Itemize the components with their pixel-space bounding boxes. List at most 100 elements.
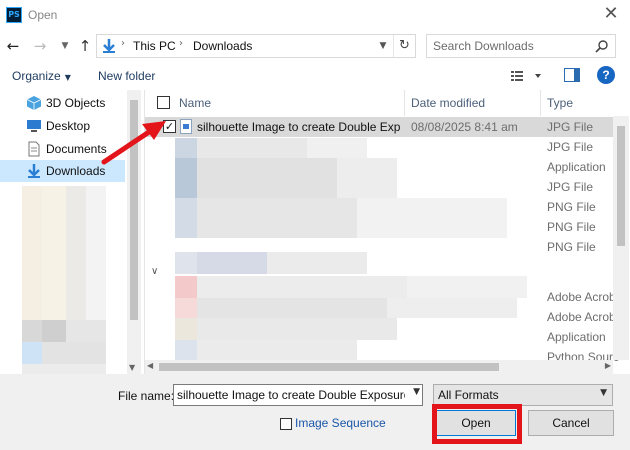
format-select[interactable]: All Formats ▼ [433, 384, 613, 406]
file-type: Adobe Acrob [547, 310, 616, 324]
search-input[interactable] [433, 39, 593, 53]
chevron-down-icon[interactable]: ▼ [413, 387, 420, 397]
redacted-block [42, 186, 66, 320]
breadcrumb-this-pc[interactable]: This PC [133, 39, 176, 53]
file-list-vertical-scrollbar[interactable] [613, 116, 629, 360]
back-arrow-icon[interactable]: ← [3, 36, 23, 56]
format-value: All Formats [438, 388, 499, 402]
column-header-date[interactable]: Date modified [405, 90, 541, 116]
redacted-block [175, 298, 197, 318]
column-header-name[interactable]: Name [145, 90, 405, 116]
image-sequence-checkbox[interactable] [280, 418, 292, 430]
redacted-block [197, 198, 357, 238]
redacted-block [197, 318, 397, 340]
file-type: JPG File [547, 140, 594, 154]
file-type: JPG File [547, 180, 594, 194]
redacted-block [197, 298, 387, 318]
command-toolbar: Organize ▼ New folder ? [0, 62, 630, 90]
collapse-group-chevron-icon[interactable]: ∨ [151, 266, 158, 277]
breadcrumb-separator-icon: › [121, 38, 125, 49]
redacted-block [175, 252, 197, 274]
preview-pane-icon[interactable] [564, 68, 580, 82]
redacted-block [267, 252, 367, 274]
documents-icon [26, 141, 42, 157]
column-type-label: Type [547, 96, 574, 110]
column-header-type[interactable]: Type [541, 90, 613, 116]
search-icon [595, 39, 609, 56]
file-list-scroll-thumb[interactable] [617, 126, 625, 246]
desktop-icon [26, 118, 42, 134]
forward-arrow-icon[interactable]: → [30, 36, 50, 56]
file-name-combobox[interactable]: ▼ [173, 384, 423, 406]
organize-button[interactable]: Organize ▼ [12, 69, 71, 83]
sidebar-item-label: Downloads [46, 164, 106, 178]
redacted-block [357, 198, 507, 238]
redacted-block [42, 342, 106, 364]
file-type: Application [547, 160, 606, 174]
redacted-block [22, 320, 42, 342]
redacted-block [175, 198, 197, 238]
cube-icon [26, 95, 42, 111]
file-type: Adobe Acrob [547, 290, 616, 304]
redacted-block [175, 138, 197, 158]
redacted-block [175, 276, 197, 298]
file-name-label: File name: [118, 389, 175, 403]
redacted-block [307, 138, 367, 158]
download-arrow-icon [26, 163, 42, 179]
scroll-left-arrow-icon[interactable]: ◀ [147, 361, 153, 370]
organize-label: Organize [12, 69, 61, 83]
photoshop-app-icon: PS [6, 7, 22, 23]
breadcrumb-separator-icon: › [179, 38, 183, 49]
dialog-footer: File name: ▼ All Formats ▼ Image Sequenc… [0, 374, 630, 450]
column-name-label: Name [179, 96, 212, 110]
close-icon[interactable]: ✕ [598, 3, 624, 27]
file-type: PNG File [547, 220, 596, 234]
up-arrow-icon[interactable]: ↑ [75, 36, 95, 56]
file-name-input[interactable] [177, 388, 405, 402]
redacted-block [407, 276, 527, 298]
image-sequence-label: Image Sequence [295, 416, 386, 430]
download-arrow-icon [101, 38, 117, 57]
select-all-checkbox[interactable] [157, 96, 170, 109]
recent-locations-chevron-icon[interactable]: ▼ [55, 36, 75, 56]
address-bar[interactable]: › This PC › Downloads ▼ ↻ [96, 34, 416, 58]
redacted-block [42, 320, 66, 342]
annotation-highlight-box [432, 404, 522, 444]
column-date-label: Date modified [411, 96, 486, 110]
horizontal-scroll-thumb[interactable] [159, 363, 499, 371]
file-type: JPG File [547, 120, 594, 134]
redacted-block [197, 138, 307, 158]
sidebar-item-3d-objects[interactable]: 3D Objects [0, 92, 125, 114]
redacted-block [22, 342, 42, 364]
redacted-block [197, 158, 337, 198]
redacted-block [387, 298, 517, 318]
annotation-arrow-icon [101, 121, 166, 165]
sidebar-item-label: 3D Objects [46, 96, 106, 110]
address-history-chevron-icon[interactable]: ▼ [375, 35, 391, 57]
table-row-selected[interactable]: ✓ silhouette Image to create Double Exp.… [145, 117, 613, 137]
new-folder-button[interactable]: New folder [98, 69, 155, 83]
sidebar-item-label: Desktop [46, 119, 91, 133]
breadcrumb-downloads[interactable]: Downloads [193, 39, 252, 53]
file-list-horizontal-scrollbar[interactable]: ◀ ▶ [145, 360, 613, 374]
search-box[interactable] [426, 34, 616, 58]
redacted-block [197, 340, 357, 360]
refresh-icon[interactable]: ↻ [393, 35, 415, 57]
redacted-block [197, 276, 407, 298]
redacted-block [175, 158, 197, 198]
cancel-button[interactable]: Cancel [528, 410, 614, 436]
redacted-block [66, 186, 86, 320]
file-date: 08/08/2025 8:41 am [411, 120, 518, 134]
redacted-block [66, 320, 106, 342]
scroll-down-arrow-icon[interactable]: ▼ [129, 363, 135, 372]
change-view-button[interactable] [510, 68, 542, 84]
chevron-down-icon: ▼ [600, 388, 607, 398]
navigation-bar: ← → ▼ ↑ › This PC › Downloads ▼ ↻ [0, 30, 630, 62]
redacted-block [197, 252, 267, 274]
help-icon[interactable]: ? [597, 66, 615, 84]
redacted-block [337, 158, 397, 198]
file-type: Application [547, 330, 606, 344]
scroll-right-arrow-icon[interactable]: ▶ [605, 361, 611, 370]
sidebar-item-label: Documents [46, 142, 107, 156]
window-title: Open [28, 8, 58, 22]
